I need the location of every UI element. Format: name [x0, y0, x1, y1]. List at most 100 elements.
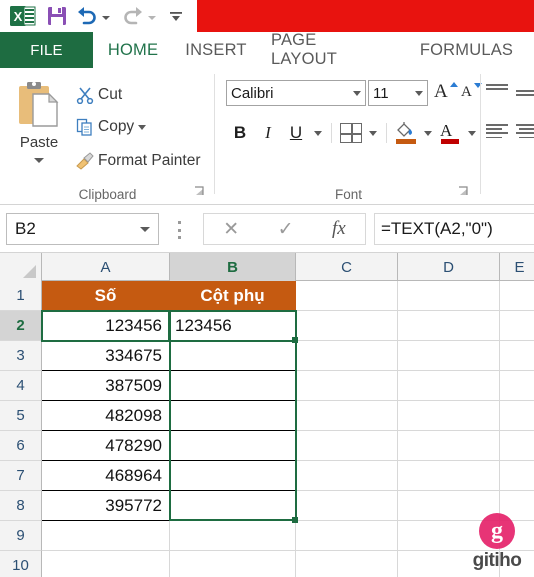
font-size-combobox[interactable]: 11 [368, 80, 428, 106]
cell-e2[interactable] [500, 311, 534, 341]
cancel-formula-button[interactable]: ✕ [223, 218, 239, 241]
cell-e1[interactable] [500, 281, 534, 311]
cell-d2[interactable] [398, 311, 500, 341]
row-header-6[interactable]: 6 [0, 431, 42, 461]
bold-button[interactable]: B [226, 119, 254, 147]
select-all-corner[interactable] [0, 253, 42, 281]
cell-e8[interactable] [500, 491, 534, 521]
paste-dropdown-caret-icon[interactable] [34, 158, 44, 163]
font-color-dropdown-caret-icon[interactable] [468, 130, 476, 136]
cut-button[interactable]: Cut [72, 82, 122, 108]
align-center-icon[interactable] [516, 124, 534, 140]
tab-formulas[interactable]: FORMULAS [399, 32, 534, 68]
cell-c3[interactable] [296, 341, 398, 371]
cell-b9[interactable] [170, 521, 296, 551]
cell-b10[interactable] [170, 551, 296, 577]
paste-button[interactable]: Paste [8, 80, 70, 178]
customize-qat-icon[interactable] [164, 0, 188, 32]
cell-b2[interactable]: 123456 [170, 311, 296, 341]
column-header-d[interactable]: D [398, 253, 500, 281]
cell-a10[interactable] [42, 551, 170, 577]
cell-c8[interactable] [296, 491, 398, 521]
cell-b5[interactable] [170, 401, 296, 431]
font-size-caret-icon[interactable] [415, 90, 423, 96]
row-header-4[interactable]: 4 [0, 371, 42, 401]
formula-input[interactable]: =TEXT(A2,"0") [374, 213, 534, 245]
row-header-8[interactable]: 8 [0, 491, 42, 521]
undo-button[interactable] [74, 0, 110, 32]
cell-e9[interactable] [500, 521, 534, 551]
cell-a7[interactable]: 468964 [42, 461, 170, 491]
cell-c5[interactable] [296, 401, 398, 431]
name-box[interactable]: B2 [6, 213, 159, 245]
cell-e3[interactable] [500, 341, 534, 371]
cell-a3[interactable]: 334675 [42, 341, 170, 371]
underline-dropdown-caret-icon[interactable] [314, 130, 322, 136]
cell-a9[interactable] [42, 521, 170, 551]
borders-dropdown-caret-icon[interactable] [369, 130, 377, 136]
undo-dropdown-caret-icon[interactable] [102, 15, 110, 20]
fill-color-button[interactable] [392, 119, 420, 147]
cell-d7[interactable] [398, 461, 500, 491]
row-header-2[interactable]: 2 [0, 311, 42, 341]
save-icon[interactable] [40, 0, 74, 32]
row-header-7[interactable]: 7 [0, 461, 42, 491]
row-header-3[interactable]: 3 [0, 341, 42, 371]
format-painter-button[interactable]: Format Painter [72, 148, 201, 174]
cell-e4[interactable] [500, 371, 534, 401]
column-header-a[interactable]: A [42, 253, 170, 281]
cell-d9[interactable] [398, 521, 500, 551]
cell-d5[interactable] [398, 401, 500, 431]
cell-c2[interactable] [296, 311, 398, 341]
column-header-e[interactable]: E [500, 253, 534, 281]
increase-font-size-button[interactable]: A [434, 81, 448, 103]
insert-function-button[interactable]: fx [332, 218, 346, 240]
name-box-caret-icon[interactable] [140, 226, 150, 232]
enter-formula-button[interactable]: ✓ [278, 218, 294, 241]
tab-home[interactable]: HOME [93, 32, 173, 68]
align-left-icon[interactable] [486, 124, 508, 140]
font-dialog-launcher-icon[interactable] [458, 186, 469, 200]
cell-d8[interactable] [398, 491, 500, 521]
cell-b4[interactable] [170, 371, 296, 401]
cell-c6[interactable] [296, 431, 398, 461]
tab-insert[interactable]: INSERT [173, 32, 259, 68]
cell-a4[interactable]: 387509 [42, 371, 170, 401]
fill-color-dropdown-caret-icon[interactable] [424, 130, 432, 136]
cell-c10[interactable] [296, 551, 398, 577]
borders-button[interactable] [337, 119, 365, 147]
copy-dropdown-caret-icon[interactable] [138, 124, 147, 130]
row-header-10[interactable]: 10 [0, 551, 42, 577]
column-header-c[interactable]: C [296, 253, 398, 281]
cell-e6[interactable] [500, 431, 534, 461]
cell-a6[interactable]: 478290 [42, 431, 170, 461]
cell-c4[interactable] [296, 371, 398, 401]
cell-c9[interactable] [296, 521, 398, 551]
cell-e5[interactable] [500, 401, 534, 431]
font-name-caret-icon[interactable] [353, 90, 361, 96]
cell-a2[interactable]: 123456 [42, 311, 170, 341]
font-name-combobox[interactable]: Calibri [226, 80, 366, 106]
cell-a5[interactable]: 482098 [42, 401, 170, 431]
copy-button[interactable]: Copy [72, 114, 150, 140]
cell-c7[interactable] [296, 461, 398, 491]
row-header-5[interactable]: 5 [0, 401, 42, 431]
cell-d6[interactable] [398, 431, 500, 461]
cell-b6[interactable] [170, 431, 296, 461]
cell-e7[interactable] [500, 461, 534, 491]
cell-b3[interactable] [170, 341, 296, 371]
cell-b7[interactable] [170, 461, 296, 491]
cell-d10[interactable] [398, 551, 500, 577]
cell-b8[interactable] [170, 491, 296, 521]
row-header-9[interactable]: 9 [0, 521, 42, 551]
clipboard-dialog-launcher-icon[interactable] [194, 186, 205, 200]
italic-button[interactable]: I [254, 119, 282, 147]
cell-b1[interactable]: Cột phụ [170, 281, 296, 311]
align-middle-icon[interactable] [516, 90, 534, 106]
font-color-button[interactable]: A [436, 119, 464, 147]
tab-file[interactable]: FILE [0, 32, 93, 68]
cell-d1[interactable] [398, 281, 500, 311]
cell-c1[interactable] [296, 281, 398, 311]
cell-a8[interactable]: 395772 [42, 491, 170, 521]
cell-d4[interactable] [398, 371, 500, 401]
